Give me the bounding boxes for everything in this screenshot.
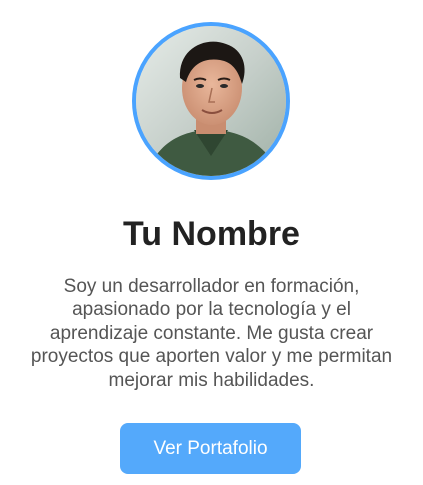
profile-name: Tu Nombre bbox=[123, 215, 300, 253]
avatar bbox=[132, 22, 290, 180]
view-portfolio-button[interactable]: Ver Portafolio bbox=[120, 423, 301, 474]
bio-line: mejorar mis habilidades. bbox=[108, 369, 315, 391]
profile-photo-icon bbox=[136, 26, 286, 176]
bio-line: apasionado por la tecnología y el bbox=[72, 299, 351, 321]
bio-line: Soy un desarrollador en formación, bbox=[63, 276, 360, 297]
profile-card: Tu Nombre Soy un desarrollador en formac… bbox=[0, 0, 423, 485]
bio-line: aprendizaje constante. Me gusta crear bbox=[49, 322, 374, 344]
bio-line: proyectos que aporten valor y me permita… bbox=[30, 346, 393, 368]
profile-bio: Soy un desarrollador en formación, apasi… bbox=[8, 275, 415, 392]
